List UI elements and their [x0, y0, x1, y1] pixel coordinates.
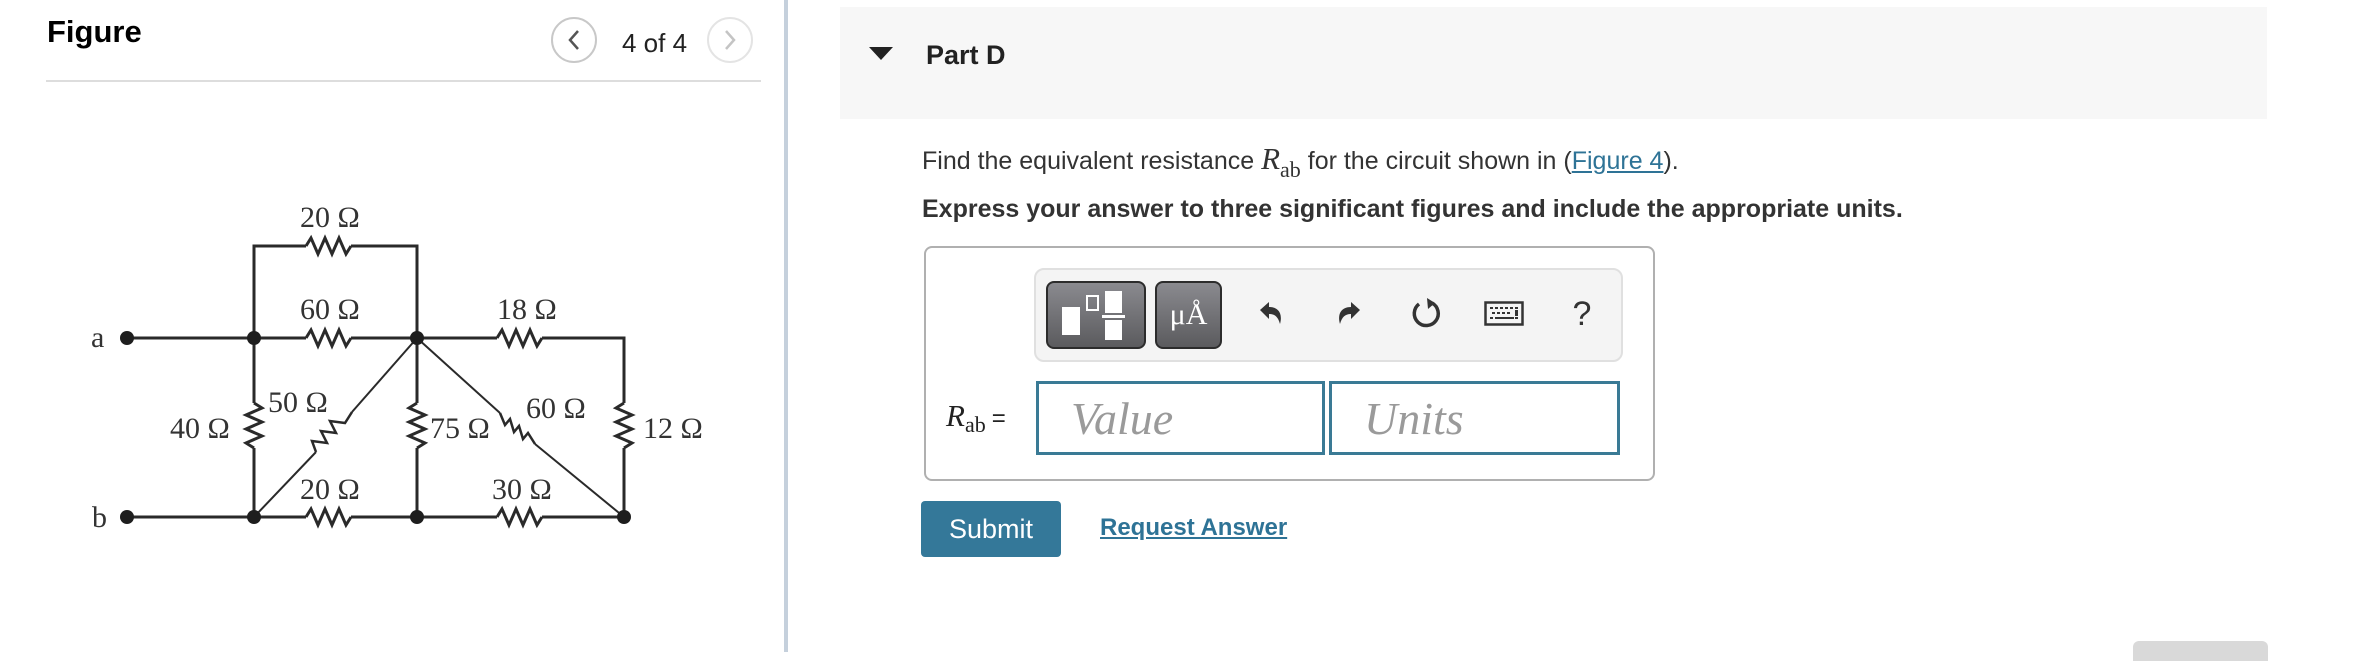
figure-link[interactable]: Figure 4 — [1572, 147, 1664, 175]
wire — [351, 337, 418, 413]
resistor-label: 12 Ω — [643, 412, 703, 445]
resistor-label: 60 Ω — [300, 293, 360, 326]
symbol-subscript: ab — [1280, 157, 1301, 182]
resistor-label: 50 Ω — [268, 386, 328, 419]
node — [410, 331, 424, 345]
resistor-label: 18 Ω — [497, 293, 557, 326]
units-input[interactable] — [1329, 381, 1620, 455]
answer-label: Rab = — [946, 398, 1006, 437]
resistor-bot-20 — [304, 505, 353, 529]
question-middle: for the circuit shown in ( — [1300, 147, 1572, 175]
resistor-30 — [495, 505, 544, 529]
templates-icon — [1062, 291, 1125, 340]
value-input[interactable] — [1036, 381, 1325, 455]
circuit-diagram: a b 20 Ω 60 Ω 18 Ω 40 Ω 50 Ω 75 Ω 60 Ω 1… — [91, 201, 703, 534]
undo-icon — [1260, 302, 1281, 324]
label-subscript: ab — [964, 412, 986, 437]
resistor-label: 75 Ω — [430, 412, 490, 445]
label-equals: = — [991, 405, 1006, 432]
terminal-b-dot — [120, 510, 134, 524]
node — [247, 331, 261, 345]
request-answer-link[interactable]: Request Answer — [1100, 514, 1287, 542]
resistor-18 — [495, 326, 544, 350]
terminal-b-label: b — [92, 501, 107, 534]
resistor-label: 20 Ω — [300, 201, 360, 234]
terminal-a-label: a — [91, 321, 104, 354]
caret-down-icon[interactable] — [869, 47, 893, 60]
wire — [351, 244, 419, 338]
panel-divider[interactable] — [784, 0, 788, 652]
resistor-label: 30 Ω — [492, 473, 552, 506]
submit-button[interactable]: Submit — [921, 501, 1061, 557]
resistor-40 — [242, 401, 266, 450]
keyboard-icon — [1484, 301, 1524, 326]
keyboard-button[interactable] — [1480, 290, 1528, 338]
circuit-wires — [127, 234, 636, 529]
bottom-button-partial[interactable] — [2133, 641, 2268, 661]
node — [410, 510, 424, 524]
wire — [416, 337, 501, 414]
undo-button[interactable] — [1248, 290, 1296, 338]
wire — [252, 244, 306, 338]
reset-button[interactable] — [1402, 290, 1450, 338]
resistor-top-20 — [304, 234, 353, 258]
symbol-main: R — [1261, 141, 1281, 176]
redo-button[interactable] — [1324, 290, 1372, 338]
templates-button[interactable] — [1046, 281, 1146, 349]
label-symbol: R — [946, 398, 965, 433]
node — [247, 510, 261, 524]
instructions-text: Express your answer to three significant… — [922, 195, 1903, 223]
part-title: Part D — [926, 40, 1006, 70]
help-button[interactable]: ? — [1558, 290, 1606, 338]
resistor-label: 40 Ω — [170, 412, 230, 445]
question-suffix: ). — [1663, 147, 1679, 175]
units-button[interactable]: μÅ — [1155, 281, 1222, 349]
resistance-symbol: Rab — [1261, 141, 1301, 182]
resistor-label: 20 Ω — [300, 473, 360, 506]
resistor-12 — [612, 401, 636, 450]
question-prefix: Find the equivalent resistance — [922, 147, 1262, 175]
resistor-75 — [405, 401, 429, 450]
resistor-60-ab — [304, 326, 353, 350]
units-icon: μÅ — [1169, 298, 1208, 331]
node — [617, 510, 631, 524]
reset-icon — [1412, 298, 1440, 328]
redo-icon — [1339, 302, 1360, 324]
terminal-a-dot — [120, 331, 134, 345]
resistor-label: 60 Ω — [526, 392, 586, 425]
help-icon: ? — [1572, 294, 1592, 333]
question-text: Find the equivalent resistance Rab for t… — [922, 141, 1679, 182]
part-header[interactable] — [840, 7, 2267, 119]
